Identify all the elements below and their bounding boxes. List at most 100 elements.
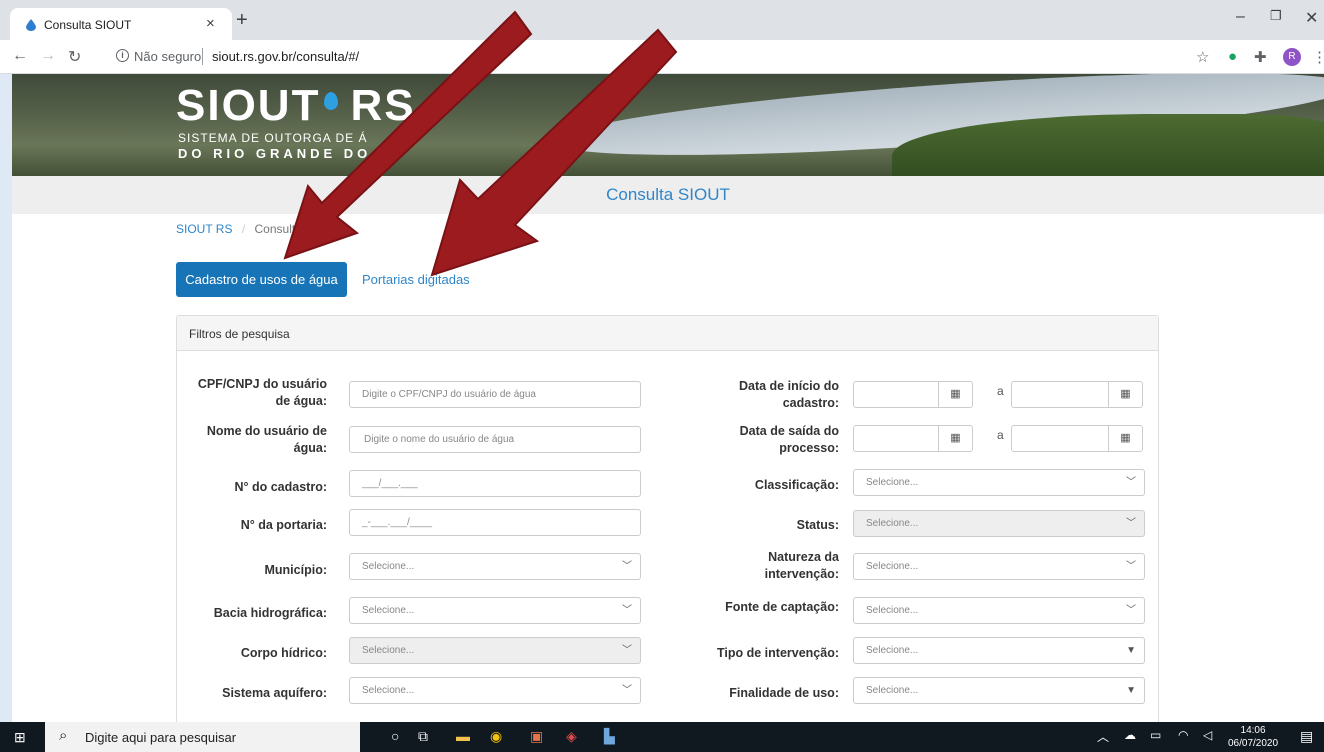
cpf-label: CPF/CNPJ do usuário de água: [177, 376, 327, 410]
calendar-icon[interactable]: ▦ [1108, 382, 1142, 407]
breadcrumb-home[interactable]: SIOUT RS [176, 222, 232, 236]
date-range-separator: a [997, 428, 1004, 442]
corpo-select[interactable]: Selecione... ﹀ [349, 637, 641, 664]
extension-palette-icon[interactable]: ● [1228, 48, 1237, 65]
app-shield-icon[interactable]: ◈ [566, 728, 577, 745]
tipo-label: Tipo de intervenção: [716, 646, 839, 660]
cpf-label-line2: de água: [275, 394, 327, 408]
saida-date-to[interactable]: ▦ [1011, 425, 1143, 452]
finalidade-label: Finalidade de uso: [729, 686, 839, 700]
classificacao-label: Classificação: [754, 478, 839, 492]
classificacao-select[interactable]: Selecione... ﹀ [853, 469, 1145, 496]
nome-label-line2: água: [293, 441, 327, 455]
file-explorer-icon[interactable]: ▬ [456, 728, 470, 744]
cadastro-input[interactable]: ___/___.___ [349, 470, 641, 497]
header-banner: SIOUT RS SISTEMA DE OUTORGA DE Á DO RIO G… [12, 74, 1324, 176]
logo-rs: RS [350, 81, 416, 130]
classificacao-select-value: Selecione... [866, 477, 919, 488]
natureza-label: Natureza da intervenção: [689, 549, 839, 583]
natureza-label-line1: Natureza da [768, 550, 839, 564]
caret-down-icon: ▼ [1126, 685, 1136, 696]
inicio-date-from[interactable]: ▦ [853, 381, 973, 408]
bookmark-star-icon[interactable]: ☆ [1196, 48, 1209, 66]
tray-app-icon[interactable]: ☁ [1124, 728, 1136, 742]
info-icon[interactable]: i [116, 49, 129, 62]
wifi-icon[interactable]: ◠ [1178, 728, 1188, 742]
restore-icon[interactable]: ❐ [1270, 8, 1282, 24]
logo-subtitle-2: DO RIO GRANDE DO [178, 146, 372, 161]
app-network-icon[interactable]: ▙ [604, 728, 615, 745]
saida-label-line1: Data de saída do [739, 424, 839, 438]
municipio-label: Município: [264, 563, 328, 577]
water-drop-icon [26, 19, 36, 31]
taskbar-search[interactable]: ⌕ Digite aqui para pesquisar [45, 722, 360, 752]
profile-avatar[interactable]: R [1283, 48, 1301, 66]
tab-portarias[interactable]: Portarias digitadas [362, 272, 470, 287]
tab-cadastro[interactable]: Cadastro de usos de água [176, 262, 347, 297]
calendar-icon[interactable]: ▦ [938, 426, 972, 451]
tray-chevron-icon[interactable]: ︿ [1097, 728, 1109, 745]
chrome-icon[interactable]: ◉ [490, 728, 502, 745]
task-view-icon[interactable]: ⧉ [418, 728, 428, 745]
new-tab-button[interactable]: + [236, 10, 248, 30]
url-box[interactable]: i Não seguro siout.rs.gov.br/consulta/#/ [104, 45, 1214, 69]
panel-title: Filtros de pesquisa [177, 316, 1158, 351]
chevron-down-icon: ﹀ [622, 685, 632, 696]
saida-date-from[interactable]: ▦ [853, 425, 973, 452]
finalidade-select[interactable]: Selecione... ▼ [853, 677, 1145, 704]
browser-tab[interactable]: Consulta SIOUT × [10, 8, 232, 40]
status-select[interactable]: Selecione... ﹀ [853, 510, 1145, 537]
calendar-icon[interactable]: ▦ [938, 382, 972, 407]
tipo-select[interactable]: Selecione... ▼ [853, 637, 1145, 664]
menu-dots-icon[interactable]: ⋮ [1312, 48, 1324, 66]
battery-icon[interactable]: ▭ [1150, 728, 1161, 742]
saida-label: Data de saída do processo: [689, 423, 839, 457]
chevron-down-icon: ﹀ [1126, 561, 1136, 572]
aquifero-select-value: Selecione... [362, 685, 415, 696]
taskbar-clock[interactable]: 14:06 06/07/2020 [1228, 724, 1278, 750]
aquifero-select[interactable]: Selecione... ﹀ [349, 677, 641, 704]
chevron-down-icon: ﹀ [622, 645, 632, 656]
forward-icon[interactable]: → [40, 47, 56, 65]
minimize-icon[interactable]: – [1236, 8, 1245, 26]
url-text[interactable]: siout.rs.gov.br/consulta/#/ [212, 49, 359, 64]
photoshop-icon[interactable]: ▣ [530, 728, 543, 745]
back-icon[interactable]: ← [12, 47, 28, 65]
bacia-select[interactable]: Selecione... ﹀ [349, 597, 641, 624]
portaria-label: N° da portaria: [240, 518, 327, 532]
browser-tab-bar: Consulta SIOUT × + – ❐ ✕ [0, 0, 1324, 40]
close-window-icon[interactable]: ✕ [1305, 8, 1318, 28]
inicio-label: Data de início do cadastro: [689, 378, 839, 412]
url-separator [202, 48, 203, 65]
breadcrumb-current: Consult [254, 222, 296, 236]
extensions-puzzle-icon[interactable]: ✚ [1254, 48, 1267, 66]
portaria-input[interactable]: _-___.___/____ [349, 509, 641, 536]
logo-subtitle-1: SISTEMA DE OUTORGA DE Á [178, 131, 368, 145]
chevron-down-icon: ﹀ [1126, 518, 1136, 529]
fonte-select[interactable]: Selecione... ﹀ [853, 597, 1145, 624]
volume-icon[interactable]: ◁ [1203, 728, 1212, 742]
cpf-input[interactable]: Digite o CPF/CNPJ do usuário de água [349, 381, 641, 408]
calendar-icon[interactable]: ▦ [1108, 426, 1142, 451]
taskbar-search-placeholder: Digite aqui para pesquisar [85, 730, 237, 745]
notifications-icon[interactable]: ▤ [1300, 728, 1313, 745]
tab-close-icon[interactable]: × [206, 15, 215, 32]
nome-label: Nome do usuário de água: [177, 423, 327, 457]
security-label: Não seguro [134, 49, 202, 64]
logo-drop-icon [324, 92, 338, 110]
reload-icon[interactable]: ↻ [68, 47, 81, 67]
windows-start-icon[interactable]: ⊞ [14, 729, 26, 746]
breadcrumb-separator: / [241, 222, 246, 236]
clock-date: 06/07/2020 [1228, 738, 1279, 749]
inicio-date-to[interactable]: ▦ [1011, 381, 1143, 408]
tab-title: Consulta SIOUT [44, 18, 132, 32]
fonte-label: Fonte de captação: [725, 600, 839, 614]
chevron-down-icon: ﹀ [622, 561, 632, 572]
natureza-select[interactable]: Selecione... ﹀ [853, 553, 1145, 580]
windows-taskbar: ⊞ ⌕ Digite aqui para pesquisar ○ ⧉ ▬ ◉ ▣… [0, 722, 1324, 752]
cortana-icon[interactable]: ○ [391, 728, 399, 744]
nome-input[interactable]: Digite o nome do usuário de água [349, 426, 641, 453]
cadastro-label: N° do cadastro: [234, 480, 327, 494]
tipo-select-value: Selecione... [866, 645, 919, 656]
municipio-select[interactable]: Selecione... ﹀ [349, 553, 641, 580]
